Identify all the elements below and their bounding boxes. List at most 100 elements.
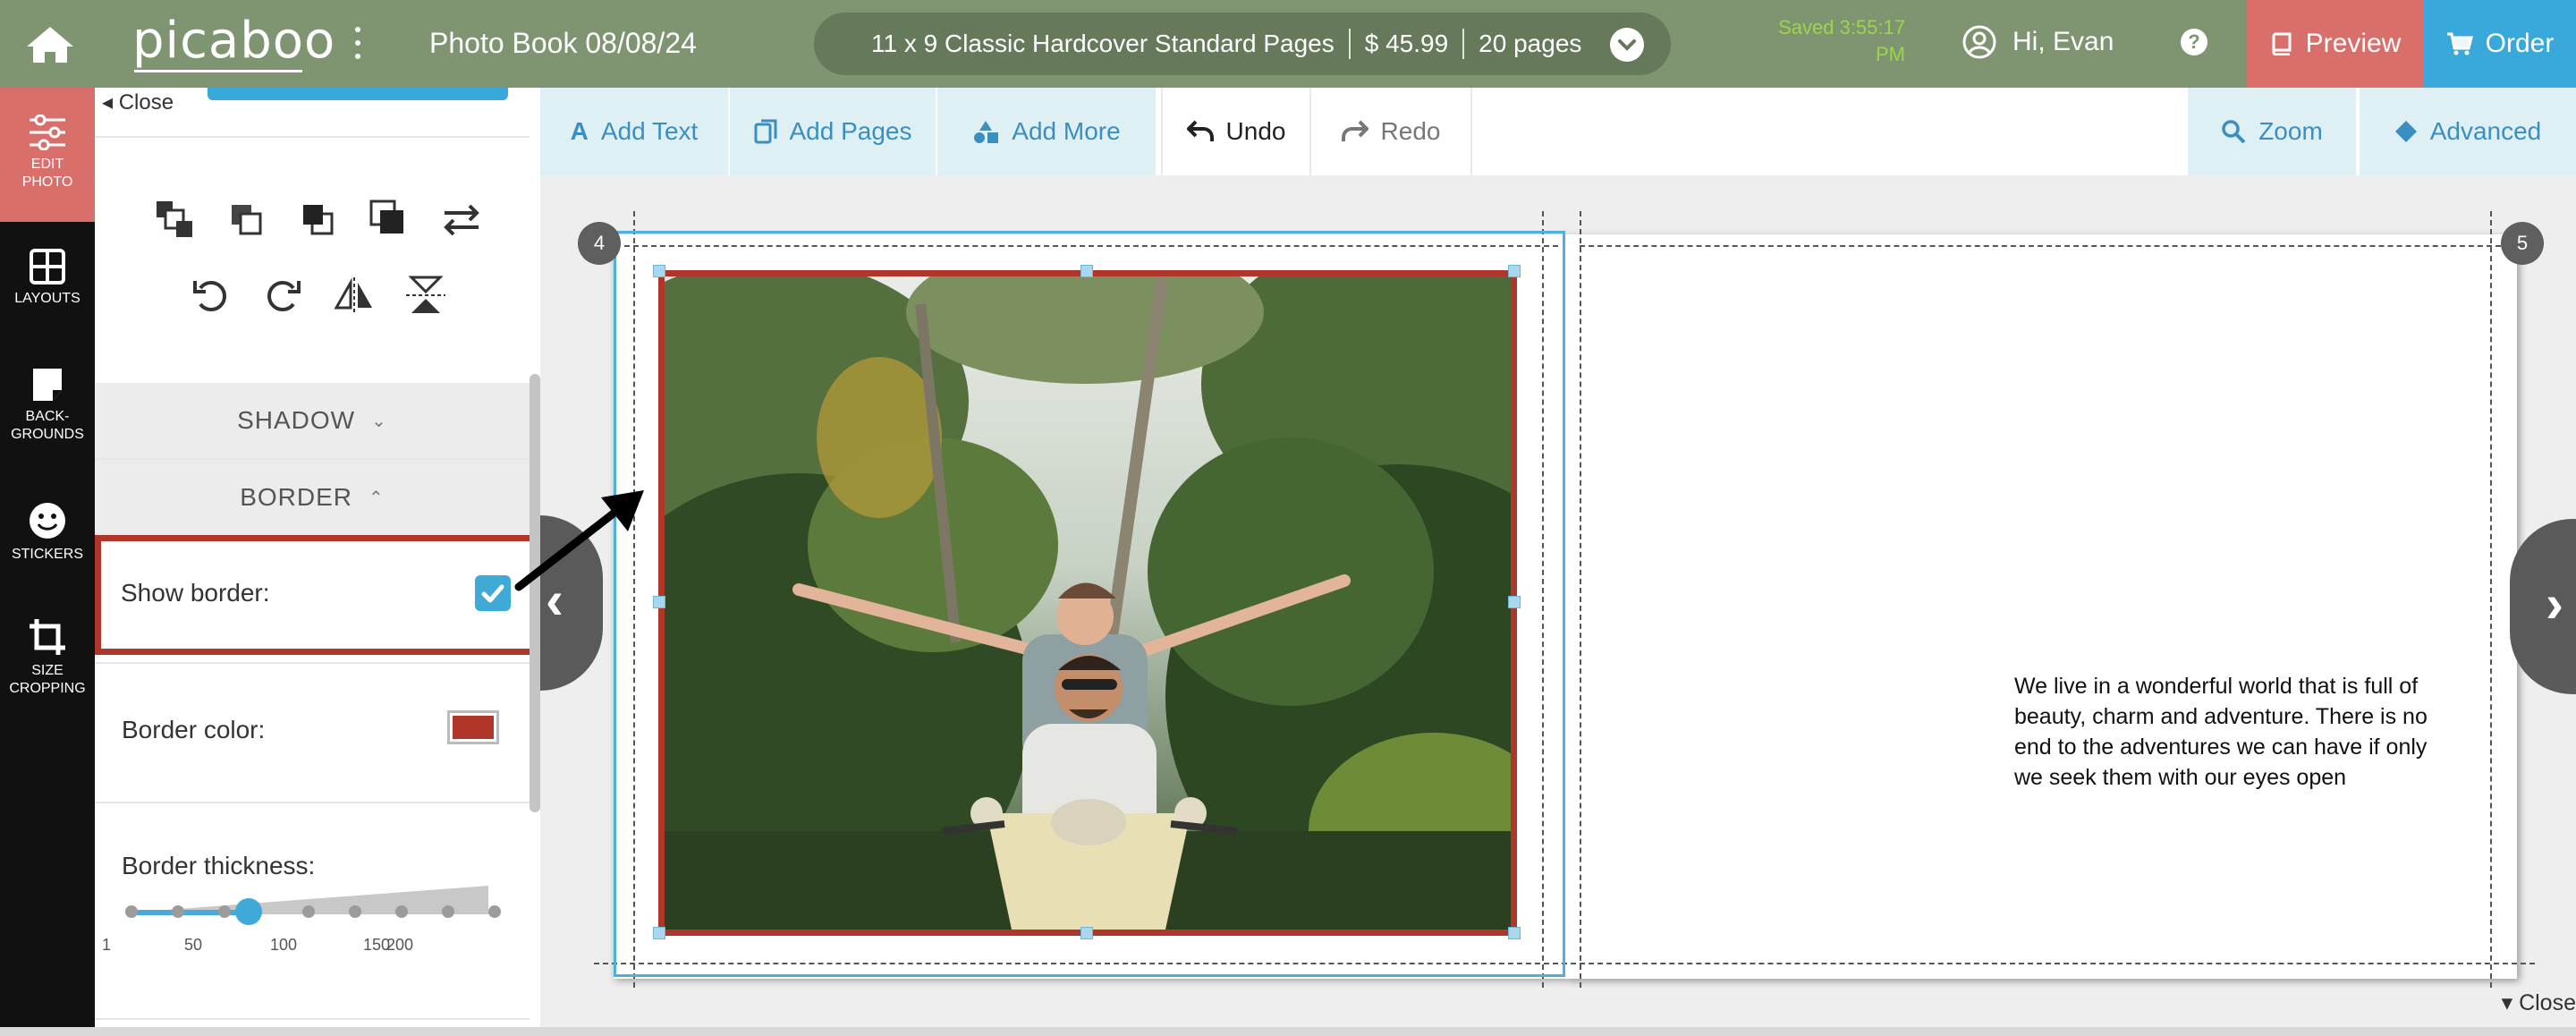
preview-button[interactable]: Preview [2247,0,2424,88]
user-menu[interactable]: Hi, Evan [1962,25,2114,59]
rail-label: GROUNDS [11,427,84,442]
photo-frame[interactable] [658,270,1517,936]
undo-button[interactable]: Undo [1161,88,1311,175]
text-icon: A [570,117,589,145]
send-to-back-button[interactable] [354,188,426,252]
greeting: Hi, Evan [2012,27,2114,56]
jungle-scooter-photo [665,276,1511,930]
bring-to-front-button[interactable] [140,188,211,252]
rail-label: LAYOUTS [14,291,80,306]
slider-tick [302,905,315,918]
add-pages-label: Add Pages [789,117,912,145]
resize-handle[interactable] [1508,927,1521,939]
right-page[interactable] [1565,234,2517,979]
redo-button[interactable]: Redo [1311,88,1472,175]
add-pages-button[interactable]: Add Pages [730,88,936,175]
spread-canvas: 4 5 ‹ › We live in a wonderful world tha… [540,175,2576,1036]
chevron-up-icon: ⌃ [369,488,385,508]
user-icon [1962,25,1996,59]
thickness-slider-handle[interactable] [234,898,262,925]
product-selector[interactable]: 11 x 9 Classic Hardcover Standard Pages … [814,13,1671,75]
send-backward-icon [303,205,334,235]
undo-icon [1186,120,1214,141]
help-icon[interactable]: ? [2181,29,2207,55]
divider [95,136,530,138]
crop-icon [30,619,65,655]
top-bar: picaboo Photo Book 08/08/24 11 x 9 Class… [0,0,2576,88]
saved-status: Saved 3:55:17 PM [1753,14,1905,68]
close-bottom-link[interactable]: ▾ Close [2502,989,2576,1016]
zoom-button[interactable]: Zoom [2188,88,2356,175]
next-page-button[interactable]: › [2510,519,2576,694]
preview-label: Preview [2305,29,2402,58]
flip-horizontal-button[interactable] [318,263,390,327]
order-label: Order [2485,29,2555,58]
rail-label: CROPPING [9,681,86,696]
divider [1462,29,1465,59]
rotate-left-button[interactable] [175,263,247,327]
home-icon[interactable] [25,25,75,64]
picaboo-logo[interactable]: picaboo [132,16,335,66]
sliders-icon [30,115,65,150]
swap-arrows-icon [444,204,479,236]
tick-label: 200 [386,936,414,954]
editor-toolbar: A Add Text Add Pages Add More Undo Redo … [540,88,2576,175]
rail-layouts[interactable]: LAYOUTS [0,249,95,308]
border-color-swatch[interactable] [447,710,499,744]
resize-handle[interactable] [653,596,665,608]
checkmark-icon [481,584,504,603]
product-price: $ 45.99 [1364,30,1449,57]
thickness-slider-fill [131,910,249,915]
chevron-right-icon: › [2546,573,2563,633]
slider-tick [218,905,231,918]
order-button[interactable]: Order [2424,0,2576,88]
rail-backgrounds[interactable]: BACK- GROUNDS [0,367,95,444]
rail-stickers[interactable]: STICKERS [0,501,95,564]
logo-underline [134,70,302,72]
more-menu-icon[interactable] [351,27,365,59]
cart-icon [2446,32,2473,55]
close-panel-link[interactable]: ◂ Close [102,89,174,115]
show-border-checkbox[interactable] [475,575,511,611]
book-title[interactable]: Photo Book 08/08/24 [429,27,697,60]
resize-handle[interactable] [653,265,665,277]
horizontal-scrollbar[interactable] [0,1027,2576,1036]
flip-vertical-button[interactable] [390,263,462,327]
add-text-button[interactable]: A Add Text [540,88,728,175]
bring-forward-button[interactable] [211,188,283,252]
product-name: 11 x 9 Classic Hardcover Standard Pages [871,30,1335,57]
pages-icon [754,119,776,144]
divider [95,662,530,664]
resize-handle[interactable] [1080,265,1093,277]
flip-vertical-icon [406,276,445,313]
border-color-label: Border color: [122,716,266,743]
guide-line [2490,211,2492,988]
resize-handle[interactable] [653,927,665,939]
edit-photo-panel: ◂ Close SHADOW ⌄ BORDER ⌃ Show border: B… [95,88,540,1036]
swap-button[interactable] [426,188,497,252]
resize-handle[interactable] [1508,265,1521,277]
rail-label: PHOTO [21,174,73,190]
add-more-button[interactable]: Add More [937,88,1156,175]
border-section-toggle[interactable]: BORDER ⌃ [95,460,530,535]
rail-size-cropping[interactable]: SIZE CROPPING [0,617,95,698]
slider-tick [488,905,501,918]
caption-text-box[interactable]: We live in a wonderful world that is ful… [2014,671,2462,793]
advanced-button[interactable]: Advanced [2360,88,2576,175]
rotate-right-button[interactable] [247,263,318,327]
add-more-label: Add More [1012,117,1121,145]
rail-edit-photo[interactable]: EDIT PHOTO [0,88,95,222]
resize-handle[interactable] [1080,927,1093,939]
add-text-label: Add Text [600,117,699,145]
arrange-tools [140,188,497,252]
divider [95,1018,530,1020]
slider-tick [125,905,138,918]
rail-label: EDIT [30,157,64,172]
resize-handle[interactable] [1508,596,1521,608]
page-count: 20 pages [1479,30,1582,57]
annotation-arrow-icon [514,490,644,591]
chevron-down-icon[interactable] [1610,28,1644,62]
shadow-section-toggle[interactable]: SHADOW ⌄ [95,383,530,458]
border-label: BORDER [240,483,353,511]
send-backward-button[interactable] [283,188,354,252]
